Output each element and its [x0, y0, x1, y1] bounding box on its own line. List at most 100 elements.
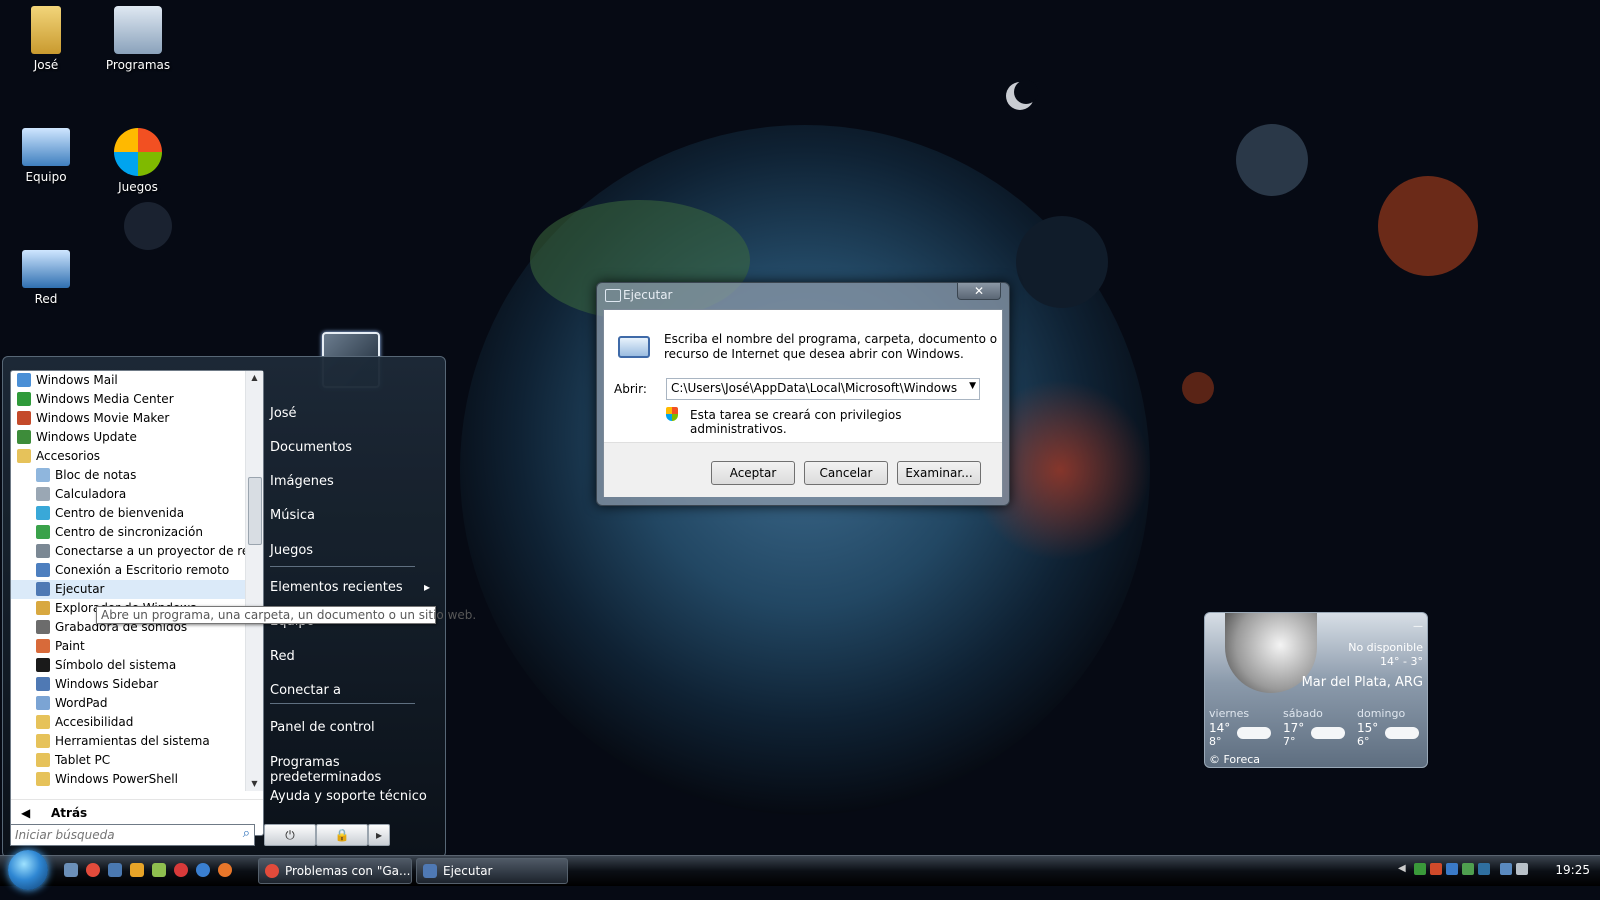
media-player-icon[interactable] — [130, 863, 144, 877]
program-item[interactable]: Accesorios — [11, 447, 245, 466]
taskbar-clock[interactable]: 19:25 — [1555, 863, 1590, 877]
taskbar-button-chrome[interactable]: Problemas con "Ga... — [258, 858, 412, 884]
program-item[interactable]: Windows Sidebar — [11, 675, 245, 694]
start-place-item[interactable]: Música — [270, 508, 315, 523]
program-item[interactable]: WordPad — [11, 694, 245, 713]
weather-gadget[interactable]: — No disponible 14° - 3° Mar del Plata, … — [1204, 612, 1428, 768]
gadget-close-icon[interactable]: — — [1413, 621, 1423, 632]
close-icon: ✕ — [973, 284, 985, 298]
shutdown-options-button[interactable]: ▸ — [368, 824, 390, 846]
program-item[interactable]: Conectarse a un proyector de red — [11, 542, 245, 561]
switch-windows-icon[interactable] — [108, 863, 122, 877]
start-menu-places: José Documentos Imágenes Música Juegos Elemen… — [264, 362, 442, 842]
network-status-icon[interactable] — [1500, 863, 1512, 875]
search-icon[interactable]: ⌕ — [243, 826, 250, 841]
desktop-icon-red[interactable]: Red — [6, 250, 86, 306]
taskbar-button-run[interactable]: Ejecutar — [416, 858, 568, 884]
program-item[interactable]: Herramientas del sistema — [11, 732, 245, 751]
ok-button[interactable]: Aceptar — [711, 461, 795, 485]
user-folder-icon — [31, 6, 61, 54]
program-item[interactable]: Bloc de notas — [11, 466, 245, 485]
tray-app-icon[interactable] — [1478, 863, 1490, 875]
open-combobox[interactable]: C:\Users\José\AppData\Local\Microsoft\Wi… — [666, 378, 980, 400]
program-item[interactable]: Accesibilidad — [11, 713, 245, 732]
media-icon[interactable] — [174, 863, 188, 877]
folder-icon — [36, 753, 50, 767]
power-button[interactable]: ⏻ — [264, 824, 316, 846]
program-list-scrollbar[interactable]: ▲ ▼ — [245, 371, 263, 791]
messenger-icon[interactable] — [152, 863, 166, 877]
program-item[interactable]: Conexión a Escritorio remoto — [11, 561, 245, 580]
program-item[interactable]: Ejecutar — [11, 580, 245, 599]
close-button[interactable]: ✕ — [957, 283, 1001, 300]
open-input[interactable]: C:\Users\José\AppData\Local\Microsoft\Wi… — [671, 381, 957, 395]
scroll-down-arrow-icon[interactable]: ▼ — [246, 777, 263, 791]
start-place-item[interactable]: Elementos recientes — [270, 580, 403, 595]
scroll-thumb[interactable] — [248, 477, 262, 545]
desktop-icon-equipo[interactable]: Equipo — [6, 128, 86, 184]
volume-icon[interactable] — [1516, 863, 1528, 875]
tray-app-icon[interactable] — [1430, 863, 1442, 875]
tray-expand-icon[interactable]: ◀ — [1398, 863, 1410, 875]
sidebar-icon — [36, 677, 50, 691]
tray-app-icon[interactable] — [1462, 863, 1474, 875]
folder-icon — [36, 772, 50, 786]
desktop-icon-juegos[interactable]: Juegos — [98, 128, 178, 194]
start-place-item[interactable]: Red — [270, 649, 295, 664]
desktop-icon-jose[interactable]: José — [6, 6, 86, 72]
cancel-button[interactable]: Cancelar — [804, 461, 888, 485]
start-place-item[interactable]: Ayuda y soporte técnico — [270, 789, 427, 804]
program-item[interactable]: Windows Update — [11, 428, 245, 447]
menu-separator — [270, 703, 415, 704]
all-programs-panel: Windows Mail Windows Media Center Windows … — [10, 370, 264, 836]
start-search-input[interactable] — [11, 825, 227, 845]
program-item[interactable]: Paint — [11, 637, 245, 656]
ie-icon[interactable] — [196, 863, 210, 877]
arrow-right-icon: ▸ — [375, 828, 383, 842]
desktop-icon-programas[interactable]: Programas — [98, 6, 178, 72]
lock-button[interactable]: 🔒 — [316, 824, 368, 846]
start-place-item[interactable]: Conectar a — [270, 683, 341, 698]
open-label: Abrir: — [614, 382, 647, 396]
cloud-icon — [1237, 727, 1271, 739]
run-dialog-body: Escriba el nombre del programa, carpeta,… — [603, 309, 1003, 497]
firefox-icon[interactable] — [218, 863, 232, 877]
tray-app-icon[interactable] — [1414, 863, 1426, 875]
start-place-item[interactable]: Programas predeterminados — [270, 755, 442, 785]
program-item[interactable]: Centro de bienvenida — [11, 504, 245, 523]
update-icon — [17, 430, 31, 444]
start-button[interactable] — [8, 850, 48, 890]
program-item-label: Accesibilidad — [55, 715, 134, 729]
program-item[interactable]: Tablet PC — [11, 751, 245, 770]
program-item-label: Accesorios — [36, 449, 101, 463]
run-description-line1: Escriba el nombre del programa, carpeta,… — [664, 332, 998, 346]
chrome-icon[interactable] — [86, 863, 100, 877]
start-place-item[interactable]: Panel de control — [270, 720, 375, 735]
notepad-icon — [36, 468, 50, 482]
start-place-item[interactable]: Documentos — [270, 440, 352, 455]
sound-recorder-icon — [36, 620, 50, 634]
program-item[interactable]: Windows Media Center — [11, 390, 245, 409]
start-place-item[interactable]: José — [270, 406, 297, 421]
forecast-day: viernes 14° 8° — [1209, 707, 1279, 753]
chevron-down-icon[interactable]: ▼ — [969, 381, 976, 391]
browse-button[interactable]: Examinar... — [897, 461, 981, 485]
show-desktop-icon[interactable] — [64, 863, 78, 877]
program-item[interactable]: Calculadora — [11, 485, 245, 504]
program-item[interactable]: Símbolo del sistema — [11, 656, 245, 675]
program-item[interactable]: Windows PowerShell — [11, 770, 245, 789]
start-search-box[interactable]: ⌕ — [10, 824, 255, 846]
lock-icon: 🔒 — [334, 828, 350, 842]
program-item-label: WordPad — [55, 696, 108, 710]
start-place-item[interactable]: Juegos — [270, 543, 313, 558]
run-icon — [423, 864, 437, 878]
start-place-item[interactable]: Imágenes — [270, 474, 334, 489]
program-item[interactable]: Windows Movie Maker — [11, 409, 245, 428]
tray-app-icon[interactable] — [1446, 863, 1458, 875]
program-item-label: Conectarse a un proyector de red — [55, 544, 245, 558]
scroll-up-arrow-icon[interactable]: ▲ — [246, 371, 263, 385]
program-item[interactable]: Windows Mail — [11, 371, 245, 390]
submenu-arrow-icon: ▸ — [424, 580, 431, 594]
program-item[interactable]: Centro de sincronización — [11, 523, 245, 542]
cloud-icon — [1311, 727, 1345, 739]
